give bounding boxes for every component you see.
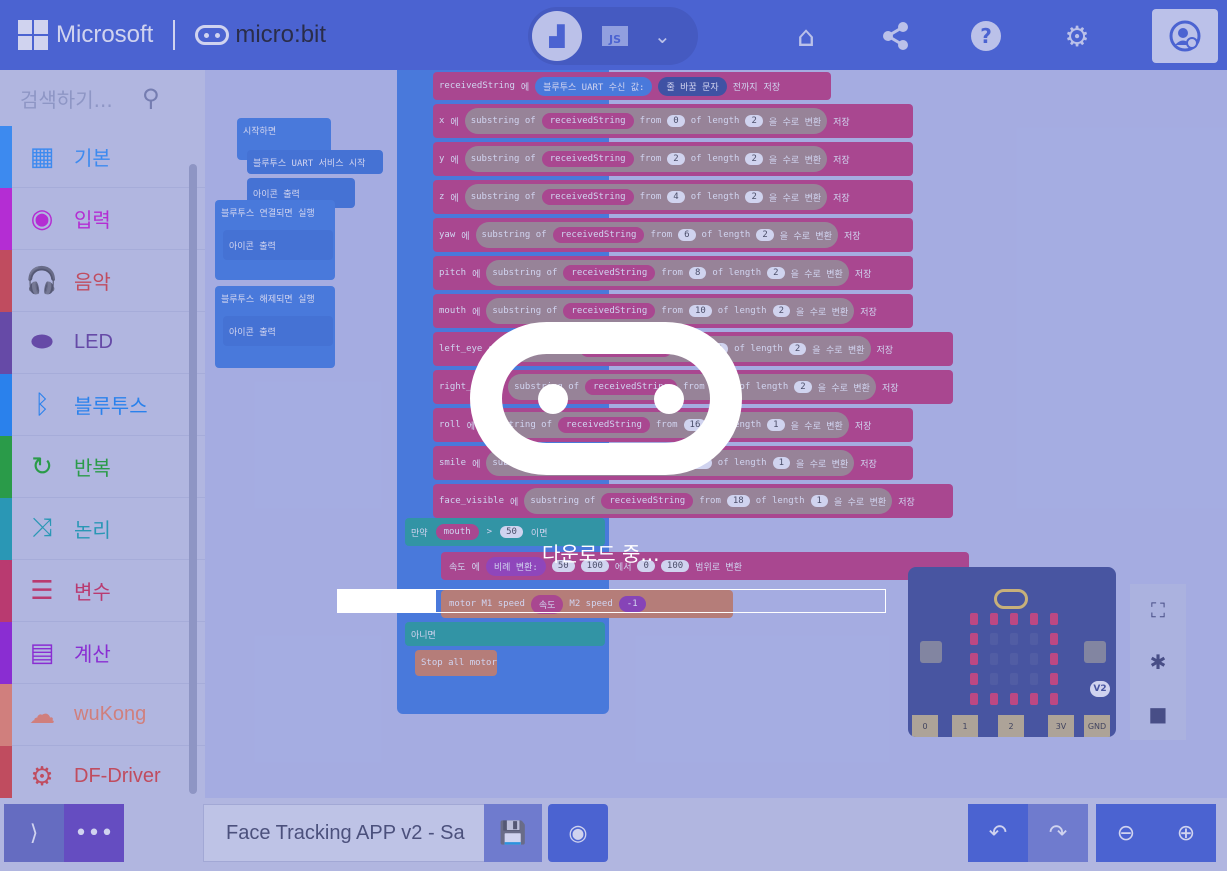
progress-fill bbox=[338, 590, 437, 612]
loader-eye-icon bbox=[654, 384, 684, 414]
download-progress bbox=[337, 589, 886, 613]
microbit-loader-icon bbox=[470, 322, 742, 475]
loading-text: 다운로드 중... bbox=[542, 542, 660, 566]
loader-eye-icon bbox=[538, 384, 568, 414]
